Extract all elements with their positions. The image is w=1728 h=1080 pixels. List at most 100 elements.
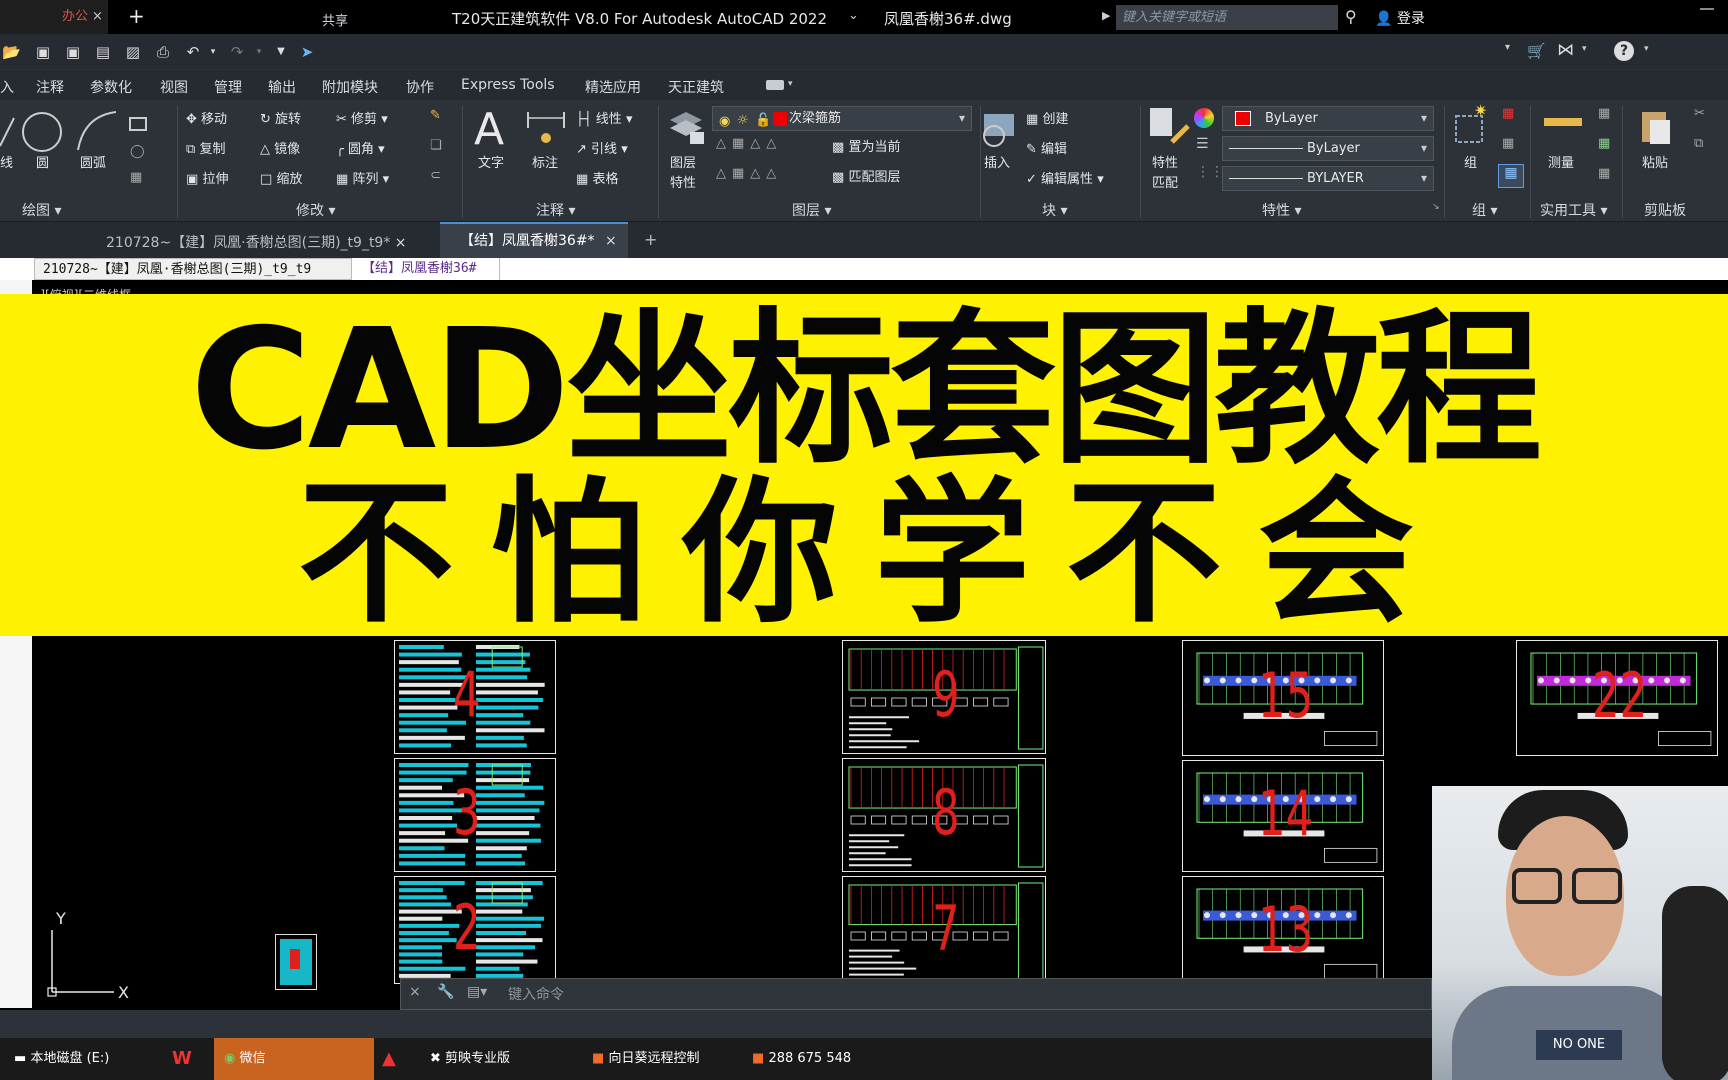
ribbon-tab-parametric[interactable]: 参数化 [90,77,132,97]
cart-icon[interactable]: 🛒 [1527,42,1546,60]
export-icon[interactable]: ▨ [124,43,142,61]
group-button[interactable]: 组 [1464,152,1477,171]
edit-attributes-button[interactable]: ✓ 编辑属性 ▾ [1026,168,1104,187]
taskbar-jianying[interactable]: ✖ 剪映专业版 [430,1038,580,1080]
match-layer-button[interactable]: ▩ 匹配图层 [832,166,900,185]
text-tool[interactable]: 文字 [478,152,504,171]
ellipse-icon[interactable]: ◯ [130,144,145,159]
transparency-icon[interactable]: ⋮⋮ [1196,164,1224,180]
ruler-icon[interactable] [1544,118,1582,126]
layer-props-label-1[interactable]: 图层 [670,152,696,171]
panel-launcher-icon[interactable]: ↘ [1432,202,1440,212]
save-as-icon[interactable]: ▣ [64,43,82,61]
linear-dim-tool[interactable]: ├┤ 线性 ▾ [576,108,632,127]
undo-icon[interactable]: ↶ [184,43,202,61]
layer-props-label-2[interactable]: 特性 [670,172,696,191]
browser-tab-office[interactable]: 办公 × [0,0,108,34]
doc-tab-site-plan[interactable]: 210728~【建】凤凰·香榭总图(三期)_t9_t9* × [106,232,407,252]
trim-tool[interactable]: ✂ 修剪 ▾ [336,108,388,127]
customize-qat-icon[interactable]: ▼ [272,43,290,61]
ribbon-display-toggle-icon[interactable] [766,80,784,90]
taskbar-wechat[interactable]: ◉ 微信 [214,1038,374,1080]
annotate-panel-label[interactable]: 注释 ▾ [536,200,575,220]
minimize-icon[interactable] [1700,8,1714,10]
insert-button[interactable]: 插入 [984,152,1010,171]
color-dropdown[interactable]: ByLayer [1222,106,1434,131]
quick-select-icon[interactable]: ▦ [1598,136,1610,151]
ribbon-tab-output[interactable]: 输出 [268,77,296,97]
taskbar-explorer[interactable]: ▬ 本地磁盘 (E:) [0,1038,166,1080]
drawing-sheet[interactable]: 3 [394,758,556,872]
drawing-sheet[interactable]: 7 [842,876,1046,986]
drawing-sheet[interactable]: 14 [1182,760,1384,872]
doc-tab-structure[interactable]: 【结】凤凰香榭36#* × [440,222,628,258]
leader-tool[interactable]: ↗ 引线 ▾ [576,138,628,157]
file-tab-structure[interactable]: 【结】凤凰香榭36# [354,258,500,280]
arc-tool[interactable]: 圆弧 [80,152,106,171]
lineweight-icon[interactable]: ☰ [1196,136,1209,152]
group-edit-icon[interactable]: ▦ [1502,136,1514,151]
measure-button[interactable]: 测量 [1548,152,1574,171]
help-icon[interactable]: ? [1614,41,1634,61]
drawing-sheet[interactable]: 4 [394,640,556,754]
set-current-layer-button[interactable]: ▩ 置为当前 [832,136,900,155]
ribbon-tab-manage[interactable]: 管理 [214,77,242,97]
line-tool[interactable]: 线 [0,152,13,171]
id-point-icon[interactable]: ▦ [1598,106,1610,121]
copy-tool[interactable]: ⧉ 复制 [186,138,225,157]
share-icon[interactable]: ➤ [298,43,316,61]
undo-dropdown-icon[interactable]: ▾ [204,43,222,61]
copy-clip-icon[interactable]: ⧉ [1694,136,1703,151]
layer-properties-icon[interactable] [666,106,706,146]
layers-panel-label[interactable]: 图层 ▾ [792,200,831,220]
move-tool[interactable]: ✥ 移动 [186,108,227,127]
ungroup-icon[interactable]: ▦ [1502,106,1514,121]
offset-icon[interactable]: ⊂ [430,168,441,183]
ribbon-tab-annotate[interactable]: 注释 [36,77,64,97]
ribbon-tab-tangent[interactable]: 天正建筑 [668,77,724,97]
block-panel-label[interactable]: 块 ▾ [1042,200,1067,220]
redo-dropdown-icon[interactable]: ▾ [250,43,268,61]
dimension-tool[interactable]: 标注 [532,152,558,171]
ribbon-tab-featured-apps[interactable]: 精选应用 [585,77,641,97]
fillet-tool[interactable]: ╭ 圆角 ▾ [336,138,385,157]
wps-icon[interactable]: W [172,1038,210,1080]
autodesk-app-icon[interactable]: ⋈ [1557,40,1574,60]
group-panel-label[interactable]: 组 ▾ [1472,200,1497,220]
ribbon-tab-view[interactable]: 视图 [160,77,188,97]
search-input[interactable]: 键入关键字或短语 [1116,5,1338,30]
insert-block-icon[interactable] [980,106,1020,148]
drawing-sheet[interactable]: 8 [842,758,1046,872]
new-tab-icon[interactable]: + [128,4,145,28]
layer-tools-icon-2[interactable]: △▦△△ [716,166,782,181]
erase-icon[interactable]: ✎ [430,108,441,123]
drawing-sheet[interactable]: 15 [1182,640,1384,756]
edit-block-button[interactable]: ✎ 编辑 [1026,138,1067,157]
properties-panel-label[interactable]: 特性 ▾ [1262,200,1301,220]
array-tool[interactable]: ▦ 阵列 ▾ [336,168,389,187]
share-button[interactable]: 共享 [322,10,348,29]
taskbar-sunlogin[interactable]: ■ 向日葵远程控制 [592,1038,742,1080]
close-icon[interactable]: × [409,984,421,1000]
ribbon-display-dropdown-icon[interactable]: ▾ [788,79,793,89]
color-wheel-icon[interactable] [1194,108,1214,128]
dimension-icon[interactable] [526,108,566,148]
ribbon-tab-collaborate[interactable]: 协作 [406,77,434,97]
utilities-panel-label[interactable]: 实用工具 ▾ [1540,200,1607,220]
cut-icon[interactable]: ✂ [1694,106,1705,121]
mini-sheet[interactable] [275,934,317,990]
paste-button[interactable]: 粘贴 [1642,152,1668,171]
app-dropdown-icon[interactable]: ▾ [1582,44,1587,54]
match-props-label-1[interactable]: 特性 [1152,152,1178,171]
lineweight-dropdown[interactable]: BYLAYER [1222,166,1434,191]
command-input[interactable]: 键入命令 [508,984,564,1004]
chevron-right-icon[interactable]: ▶ [1102,9,1110,22]
draw-panel-label[interactable]: 绘图 ▾ [22,200,61,220]
command-history-icon[interactable]: ▤▾ [467,984,487,1000]
new-doc-tab-icon[interactable]: + [644,230,657,249]
redo-icon[interactable]: ↷ [228,43,246,61]
chevron-down-icon[interactable]: ⌄ [848,8,859,23]
open-icon[interactable]: 📂 [2,43,21,61]
drawing-sheet[interactable]: 22 [1516,640,1718,756]
save-icon[interactable]: ▣ [34,43,52,61]
